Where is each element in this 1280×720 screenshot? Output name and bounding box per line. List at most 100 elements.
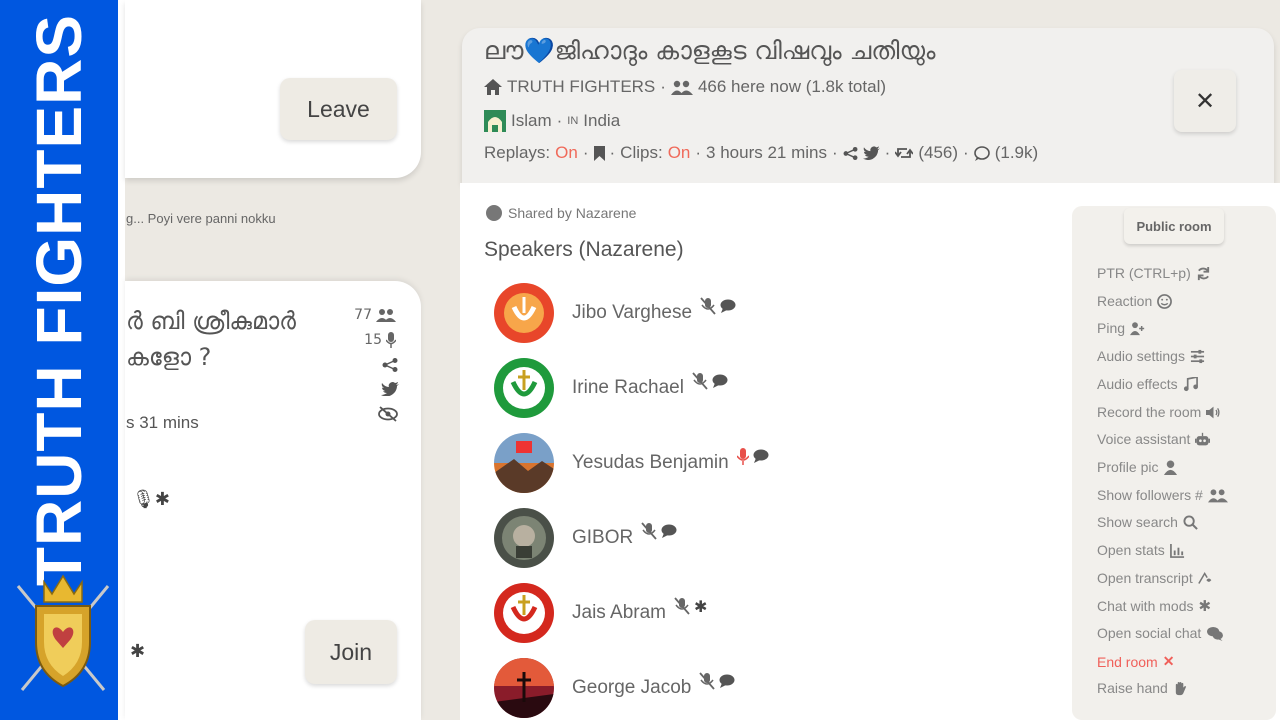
menu-item-ping[interactable]: Ping	[1097, 320, 1145, 336]
chat-icon	[712, 374, 728, 388]
chat-icon	[720, 299, 736, 313]
leave-button[interactable]: Leave	[280, 78, 397, 140]
avatar[interactable]	[494, 658, 554, 718]
asterisk-icon: ✱	[154, 489, 170, 510]
country-code: IN	[567, 115, 579, 127]
mic-icon	[386, 332, 396, 348]
mosque-icon	[484, 110, 506, 132]
users-icon	[1207, 488, 1228, 502]
asterisk-icon: ✱	[1198, 598, 1212, 615]
listener-count: 77	[354, 307, 396, 323]
search-icon	[1183, 514, 1198, 530]
speaker-row[interactable]: George Jacob	[494, 658, 1034, 718]
menu-item-chat-with-mods[interactable]: Chat with mods ✱	[1097, 597, 1211, 615]
speaker-row[interactable]: Yesudas Benjamin	[494, 433, 1034, 493]
chat-icon	[661, 524, 677, 538]
menu-item-profile-pic[interactable]: Profile pic	[1097, 459, 1178, 475]
menu-item-open-stats[interactable]: Open stats	[1097, 542, 1185, 558]
close-icon: ✕	[1194, 87, 1216, 115]
here-now-count: 466 here now (1.8k total)	[697, 77, 887, 96]
room-topic-row: Islam · IN India	[484, 110, 620, 132]
sharer-avatar	[486, 205, 502, 221]
speaker-name[interactable]: GIBOR	[572, 527, 633, 549]
room-club-row: TRUTH FIGHTERS · 466 here now (1.8k tota…	[484, 77, 886, 97]
menu-item-end-room[interactable]: End room ✕	[1097, 653, 1174, 670]
menu-item-record[interactable]: Record the room	[1097, 404, 1221, 420]
retweet-count: (456)	[918, 143, 959, 162]
menu-item-ptr[interactable]: PTR (CTRL+p)	[1097, 265, 1211, 281]
menu-item-open-transcript[interactable]: Open transcript	[1097, 570, 1213, 586]
user-icon	[1164, 459, 1178, 475]
menu-item-audio-settings[interactable]: Audio settings	[1097, 348, 1205, 364]
topic[interactable]: Islam	[511, 111, 552, 131]
avatar[interactable]	[494, 358, 554, 418]
chats-icon	[1207, 626, 1224, 641]
speaker-name[interactable]: Jais Abram	[572, 602, 666, 624]
sliders-icon	[1190, 349, 1205, 363]
menu-item-voice-assistant[interactable]: Voice assistant	[1097, 431, 1211, 447]
share-icon[interactable]	[382, 358, 398, 372]
speaker-name[interactable]: Jibo Varghese	[572, 302, 692, 324]
asterisk-icon: ✱	[693, 596, 708, 616]
share-icon[interactable]	[843, 146, 858, 160]
refresh-icon	[1197, 266, 1209, 280]
volume-icon	[1206, 406, 1220, 418]
replays-status: On	[555, 143, 578, 162]
users-icon	[670, 80, 693, 95]
clips-status: On	[667, 143, 691, 162]
close-room-button[interactable]: ✕	[1174, 70, 1236, 132]
speaker-name[interactable]: Yesudas Benjamin	[572, 452, 729, 474]
user-plus-icon	[1130, 321, 1145, 335]
room-card-title-line2: കളോ ?	[126, 343, 212, 371]
menu-item-raise-hand[interactable]: Raise hand	[1097, 680, 1188, 696]
mic-muted-icon	[699, 672, 716, 690]
avatar[interactable]	[494, 583, 554, 643]
room-card-duration: s 31 mins	[126, 413, 199, 432]
home-icon	[484, 79, 502, 95]
brand-divider	[118, 0, 125, 720]
clips-label: Clips:	[620, 143, 663, 162]
room-card-title-line1: ർ ബി ശ്രീകുമാർ	[126, 307, 296, 335]
twitter-icon[interactable]	[381, 382, 399, 396]
replays-label: Replays:	[484, 143, 551, 162]
comment-icon	[973, 145, 990, 161]
club-name[interactable]: TRUTH FIGHTERS	[507, 77, 655, 97]
avatar[interactable]	[494, 433, 554, 493]
room-duration: 3 hours 21 mins	[706, 143, 827, 162]
room-title: ലൗ💙ജിഹാദും കാളകൂട വിഷവും ചതിയും	[484, 36, 936, 65]
asterisk-icon: ✱	[130, 641, 146, 662]
twitter-icon[interactable]	[862, 146, 880, 160]
bookmark-icon[interactable]	[593, 145, 605, 161]
users-icon	[376, 309, 396, 322]
join-button[interactable]: Join	[305, 620, 397, 684]
chat-icon	[719, 674, 735, 688]
music-icon	[1183, 376, 1198, 391]
speaker-name[interactable]: Irine Rachael	[572, 377, 684, 399]
chat-icon	[753, 449, 769, 463]
eye-slash-icon[interactable]	[378, 406, 398, 422]
menu-item-show-search[interactable]: Show search	[1097, 514, 1198, 530]
speaker-row[interactable]: Jibo Varghese	[494, 283, 1034, 343]
comment-count: (1.9k)	[994, 143, 1039, 162]
room-card-status-icons: 🎙✱	[132, 489, 170, 510]
room-meta-row: Replays: On · · Clips: On · 3 hours 21 m…	[484, 143, 1039, 162]
emoji-icon	[1157, 293, 1173, 309]
retweet-icon	[895, 148, 914, 158]
speaker-row[interactable]: GIBOR	[494, 508, 1034, 568]
robot-icon	[1195, 432, 1211, 445]
room-snippet-text: g... Poyi vere panni nokku	[126, 211, 276, 226]
menu-item-open-social-chat[interactable]: Open social chat	[1097, 625, 1224, 641]
speaker-name[interactable]: George Jacob	[572, 677, 691, 699]
speaker-row[interactable]: Irine Rachael	[494, 358, 1034, 418]
close-icon: ✕	[1162, 653, 1175, 669]
shared-by: Shared by Nazarene	[486, 205, 636, 221]
speaker-row[interactable]: Jais Abram ✱	[494, 583, 1034, 643]
menu-item-audio-effects[interactable]: Audio effects	[1097, 376, 1198, 392]
menu-item-reaction[interactable]: Reaction	[1097, 293, 1173, 309]
crown-shield-logo	[16, 574, 110, 691]
country: India	[583, 111, 621, 130]
menu-item-show-followers[interactable]: Show followers #	[1097, 487, 1228, 503]
avatar[interactable]	[494, 508, 554, 568]
avatar[interactable]	[494, 283, 554, 343]
public-room-button[interactable]: Public room	[1124, 208, 1224, 244]
